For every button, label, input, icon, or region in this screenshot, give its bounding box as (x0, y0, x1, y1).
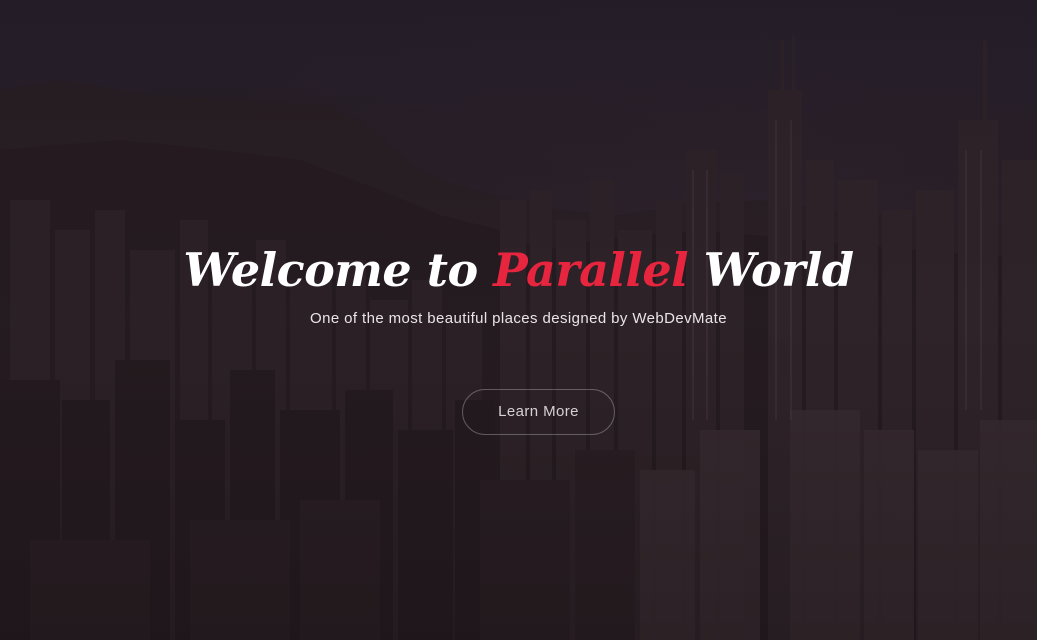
hero-content: Welcome to Parallel World One of the mos… (0, 0, 1037, 640)
learn-more-button[interactable]: Learn More (462, 389, 615, 435)
hero-title-accent: Parallel (493, 243, 689, 297)
hero-title-suffix: World (688, 243, 854, 297)
hero-section: Welcome to Parallel World One of the mos… (0, 0, 1037, 640)
hero-title-prefix: Welcome to (183, 243, 494, 297)
hero-title: Welcome to Parallel World (0, 236, 1037, 304)
hero-subtitle: One of the most beautiful places designe… (310, 310, 727, 327)
